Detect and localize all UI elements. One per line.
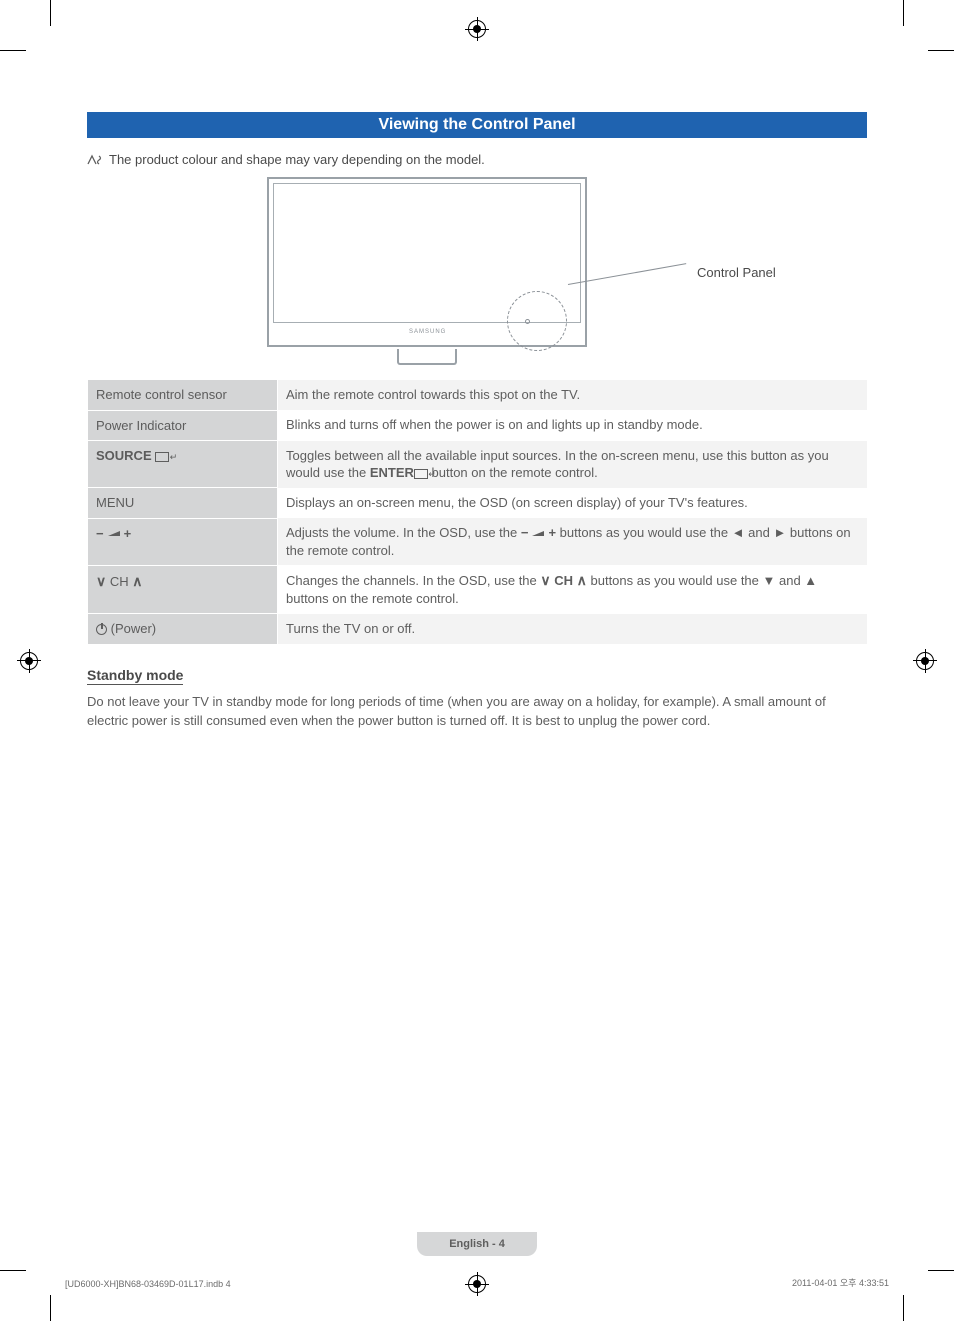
- chevron-down-icon: ∨: [96, 573, 106, 589]
- page-content: Viewing the Control Panel The product co…: [87, 112, 867, 731]
- volume-glyph-inline: − +: [521, 524, 556, 542]
- feature-desc: Turns the TV on or off.: [278, 614, 867, 645]
- note-text: The product colour and shape may vary de…: [109, 152, 485, 167]
- chevron-up-icon: ∧: [132, 573, 142, 589]
- chevron-up-icon: ∧: [577, 572, 587, 588]
- enter-icon: [414, 469, 428, 479]
- table-row: ∨ CH ∧ Changes the channels. In the OSD,…: [88, 565, 867, 613]
- feature-label: − +: [88, 518, 278, 565]
- print-footer-right: 2011-04-01 오후 4:33:51: [792, 1276, 889, 1289]
- registration-mark-icon: [20, 652, 38, 670]
- crop-mark: [903, 0, 904, 26]
- source-label: SOURCE: [96, 448, 152, 463]
- minus-icon: −: [521, 524, 529, 542]
- crop-mark: [50, 0, 51, 26]
- plus-icon: +: [124, 525, 132, 543]
- crop-mark: [903, 1295, 904, 1321]
- enter-keyword: ENTER: [370, 465, 414, 480]
- table-row: SOURCE Toggles between all the available…: [88, 441, 867, 488]
- desc-text: Changes the channels. In the OSD, use th…: [286, 573, 540, 588]
- feature-desc: Blinks and turns off when the power is o…: [278, 410, 867, 441]
- table-row: MENU Displays an on-screen menu, the OSD…: [88, 488, 867, 519]
- features-table: Remote control sensor Aim the remote con…: [87, 379, 867, 645]
- crop-mark: [928, 50, 954, 51]
- table-row: Remote control sensor Aim the remote con…: [88, 380, 867, 411]
- registration-mark-icon: [916, 652, 934, 670]
- crop-mark: [50, 1295, 51, 1321]
- callout-label: Control Panel: [697, 265, 776, 280]
- ch-glyph-inline: ∨ CH ∧: [540, 573, 587, 588]
- callout-circle: [507, 291, 567, 351]
- feature-desc: Displays an on-screen menu, the OSD (on …: [278, 488, 867, 519]
- volume-icon: [108, 531, 120, 536]
- feature-label: (Power): [88, 614, 278, 645]
- tv-brand-text: SAMSUNG: [409, 329, 446, 335]
- crop-mark: [0, 1270, 26, 1271]
- feature-desc: Aim the remote control towards this spot…: [278, 380, 867, 411]
- desc-text: Adjusts the volume. In the OSD, use the: [286, 525, 521, 540]
- standby-heading: Standby mode: [87, 667, 183, 685]
- feature-label: Power Indicator: [88, 410, 278, 441]
- page-footer-tab: English - 4: [417, 1232, 537, 1256]
- feature-label: Remote control sensor: [88, 380, 278, 411]
- power-label: (Power): [111, 621, 157, 636]
- feature-label: ∨ CH ∧: [88, 565, 278, 613]
- control-dot: [525, 319, 530, 324]
- volume-glyph: − +: [96, 525, 131, 543]
- feature-desc: Adjusts the volume. In the OSD, use the …: [278, 518, 867, 565]
- registration-mark-icon: [468, 20, 486, 38]
- crop-mark: [928, 1270, 954, 1271]
- note-line: The product colour and shape may vary de…: [87, 152, 867, 167]
- table-row: − + Adjusts the volume. In the OSD, use …: [88, 518, 867, 565]
- minus-icon: −: [96, 525, 104, 543]
- plus-icon: +: [548, 524, 556, 542]
- standby-body: Do not leave your TV in standby mode for…: [87, 693, 867, 731]
- feature-label: MENU: [88, 488, 278, 519]
- crop-mark: [0, 50, 26, 51]
- table-row: (Power) Turns the TV on or off.: [88, 614, 867, 645]
- volume-icon: [532, 531, 544, 536]
- section-title: Viewing the Control Panel: [87, 112, 867, 138]
- ch-label: CH: [110, 574, 129, 589]
- registration-mark-icon: [468, 1275, 486, 1293]
- desc-text: button on the remote control.: [428, 465, 598, 480]
- tv-illustration: SAMSUNG Control Panel: [87, 177, 867, 367]
- power-icon: [96, 624, 107, 635]
- feature-desc: Changes the channels. In the OSD, use th…: [278, 565, 867, 613]
- enter-icon: [155, 452, 169, 462]
- feature-label: SOURCE: [88, 441, 278, 488]
- table-row: Power Indicator Blinks and turns off whe…: [88, 410, 867, 441]
- feature-desc: Toggles between all the available input …: [278, 441, 867, 488]
- note-icon: [87, 154, 103, 166]
- chevron-down-icon: ∨: [540, 572, 550, 588]
- tv-stand: [397, 349, 457, 365]
- print-footer-left: [UD6000-XH]BN68-03469D-01L17.indb 4: [65, 1279, 231, 1289]
